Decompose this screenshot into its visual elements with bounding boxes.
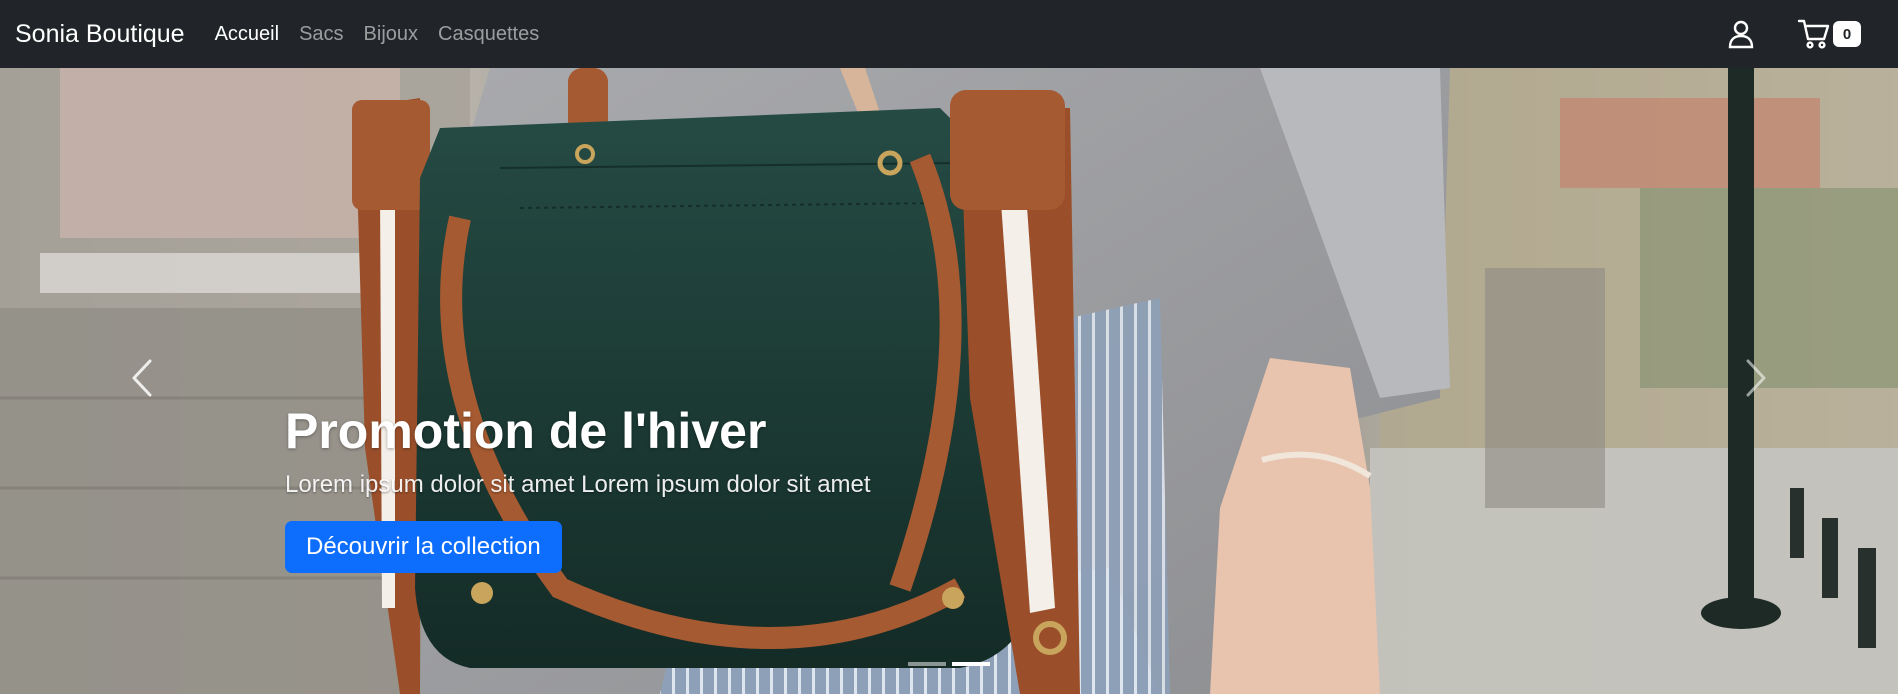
nav-link-bijoux[interactable]: Bijoux	[364, 23, 418, 46]
cart-button[interactable]: 0	[1797, 17, 1861, 51]
discover-collection-button[interactable]: Découvrir la collection	[285, 521, 562, 573]
chevron-left-icon	[132, 359, 152, 397]
carousel-caption: Promotion de l'hiver Lorem ipsum dolor s…	[285, 401, 871, 573]
nav-link-casquettes[interactable]: Casquettes	[438, 23, 539, 46]
carousel-next-button[interactable]	[1736, 353, 1776, 403]
nav-links: Accueil Sacs Bijoux Casquettes	[215, 23, 560, 46]
nav-link-accueil[interactable]: Accueil	[215, 23, 279, 46]
chevron-right-icon	[1746, 359, 1766, 397]
nav-actions: 0	[1725, 17, 1883, 51]
cart-icon	[1797, 17, 1831, 51]
carousel-prev-button[interactable]	[122, 353, 162, 403]
cart-count-badge: 0	[1833, 21, 1861, 47]
carousel-indicators	[908, 662, 996, 666]
hero-title: Promotion de l'hiver	[285, 403, 767, 459]
hero-image	[0, 68, 1898, 694]
nav-link-sacs[interactable]: Sacs	[299, 23, 343, 46]
brand-logo[interactable]: Sonia Boutique	[15, 20, 185, 49]
carousel-indicator-2[interactable]	[952, 662, 990, 666]
hero-subtitle: Lorem ipsum dolor sit amet Lorem ipsum d…	[285, 471, 871, 498]
hero-carousel: Promotion de l'hiver Lorem ipsum dolor s…	[0, 68, 1898, 694]
user-icon[interactable]	[1725, 18, 1757, 50]
navbar: Sonia Boutique Accueil Sacs Bijoux Casqu…	[0, 0, 1898, 68]
carousel-indicator-1[interactable]	[908, 662, 946, 666]
